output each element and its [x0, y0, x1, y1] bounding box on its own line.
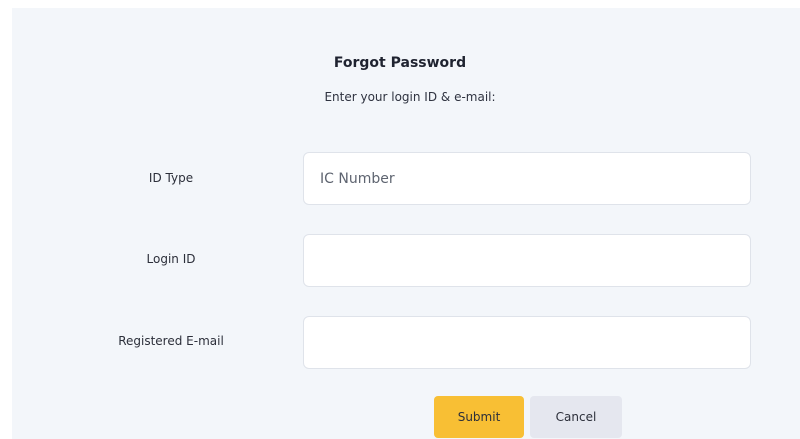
- registered-email-input[interactable]: [320, 317, 734, 368]
- forgot-password-panel: [12, 8, 800, 439]
- submit-button[interactable]: Submit: [434, 396, 524, 438]
- form-subtitle: Enter your login ID & e-mail:: [324, 90, 496, 104]
- registered-email-field-container: [303, 316, 751, 369]
- login-id-input[interactable]: [320, 235, 734, 286]
- id-type-value: IC Number: [320, 170, 395, 187]
- login-id-field-container: [303, 234, 751, 287]
- cancel-button[interactable]: Cancel: [530, 396, 622, 438]
- id-type-label: ID Type: [148, 171, 194, 185]
- login-id-label: Login ID: [146, 252, 196, 266]
- form-title: Forgot Password: [333, 55, 467, 71]
- id-type-select[interactable]: IC Number: [303, 152, 751, 205]
- registered-email-label: Registered E-mail: [118, 334, 224, 348]
